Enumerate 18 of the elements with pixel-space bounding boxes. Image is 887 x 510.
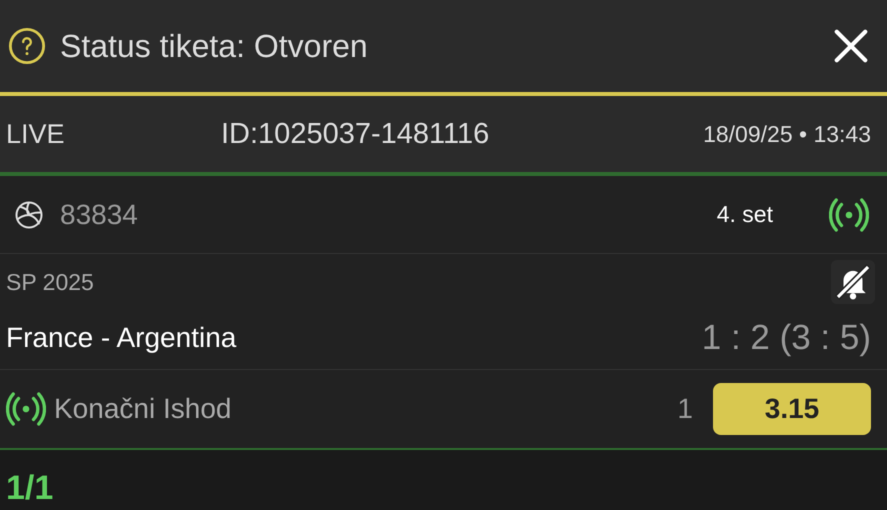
help-icon: [8, 27, 46, 65]
ticket-count: 1/1: [6, 468, 54, 509]
match-score: 1 : 2 (3 : 5): [702, 318, 871, 358]
status-title: Status tiketa: Otvoren: [60, 28, 369, 64]
close-icon: [832, 27, 870, 65]
bell-off-icon: [834, 263, 872, 301]
ticket-id: ID:1025037-1481116: [221, 118, 490, 150]
match-teams: France - Argentina: [6, 322, 236, 354]
volleyball-icon: [14, 200, 44, 230]
period-label: 4. set: [716, 201, 773, 228]
event-code: 83834: [60, 198, 139, 230]
notification-button[interactable]: [831, 260, 875, 304]
market-name: Konačni Ishod: [54, 393, 232, 425]
pick-label: 1: [677, 393, 693, 425]
ticket-datetime: 18/09/25 • 13:43: [703, 120, 871, 148]
odds-button[interactable]: 3.15: [713, 383, 871, 435]
league-label: SP 2025: [6, 268, 94, 296]
live-label: LIVE: [6, 118, 66, 150]
